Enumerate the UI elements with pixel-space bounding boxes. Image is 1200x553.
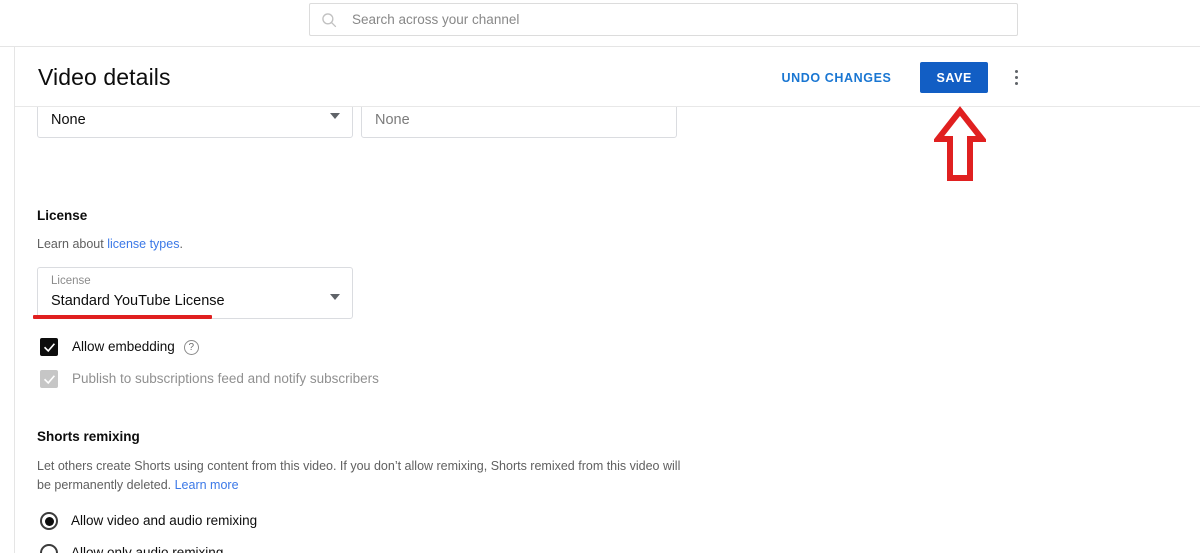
video-location-input[interactable]: Video location None <box>361 107 677 138</box>
search-icon <box>320 11 338 29</box>
license-select-label: License <box>51 275 91 287</box>
page-header: Video details UNDO CHANGES SAVE <box>15 47 1200 107</box>
shorts-remixing-title: Shorts remixing <box>37 429 140 444</box>
radio-allow-audio-only[interactable] <box>40 544 58 553</box>
publish-subscriptions-label: Publish to subscriptions feed and notify… <box>72 371 379 386</box>
video-details-page: Video details UNDO CHANGES SAVE Recordin… <box>0 0 1200 553</box>
top-bar <box>0 0 1200 47</box>
chevron-down-icon <box>330 113 340 119</box>
recording-date-value: None <box>51 112 86 128</box>
more-vertical-icon[interactable] <box>1004 64 1028 92</box>
recording-date-select[interactable]: Recording date None <box>37 107 353 138</box>
radio-row-allow-video-audio[interactable]: Allow video and audio remixing <box>37 512 1200 530</box>
search-input[interactable] <box>352 12 1007 27</box>
up-arrow-icon <box>934 106 986 183</box>
radio-label-allow-audio-only: Allow only audio remixing <box>71 545 224 553</box>
header-actions: UNDO CHANGES SAVE <box>774 62 1029 93</box>
shorts-remixing-section: Shorts remixing Let others create Shorts… <box>37 429 1200 553</box>
undo-changes-button[interactable]: UNDO CHANGES <box>774 63 900 93</box>
shorts-remixing-description-text: Let others create Shorts using content f… <box>37 459 681 492</box>
learn-more-link[interactable]: Learn more <box>175 478 239 492</box>
shorts-remixing-radio-group: Allow video and audio remixing Allow onl… <box>37 512 1200 553</box>
annotation-underline <box>33 315 212 319</box>
radio-allow-video-audio[interactable] <box>40 512 58 530</box>
save-button[interactable]: SAVE <box>920 62 988 93</box>
details-scroll-region[interactable]: Recording date None Video location None … <box>15 107 1200 553</box>
video-location-value: None <box>375 112 410 128</box>
license-select-value: Standard YouTube License <box>51 293 225 309</box>
page-title: Video details <box>38 64 171 90</box>
license-title: License <box>37 208 88 223</box>
license-types-link[interactable]: license types <box>107 237 179 251</box>
publish-subscriptions-row: Publish to subscriptions feed and notify… <box>37 370 1200 388</box>
license-section: License Learn about license types. Licen… <box>37 208 1200 388</box>
chevron-down-icon <box>330 294 340 300</box>
license-description-prefix: Learn about <box>37 237 108 251</box>
radio-label-allow-video-audio: Allow video and audio remixing <box>71 513 258 528</box>
radio-row-allow-audio-only[interactable]: Allow only audio remixing <box>37 544 1200 553</box>
license-select[interactable]: License Standard YouTube License <box>37 267 353 319</box>
license-description: Learn about license types. <box>37 235 1200 254</box>
shorts-remixing-description: Let others create Shorts using content f… <box>37 457 682 495</box>
allow-embedding-row[interactable]: Allow embedding ? <box>37 338 1200 356</box>
search-box[interactable] <box>309 3 1018 36</box>
help-circle-icon[interactable]: ? <box>183 339 199 355</box>
license-description-suffix: . <box>179 237 183 251</box>
allow-embedding-label: Allow embedding <box>72 339 175 354</box>
publish-subscriptions-checkbox <box>40 370 58 388</box>
allow-embedding-checkbox[interactable] <box>40 338 58 356</box>
recording-fields-row: Recording date None Video location None <box>37 107 1200 138</box>
